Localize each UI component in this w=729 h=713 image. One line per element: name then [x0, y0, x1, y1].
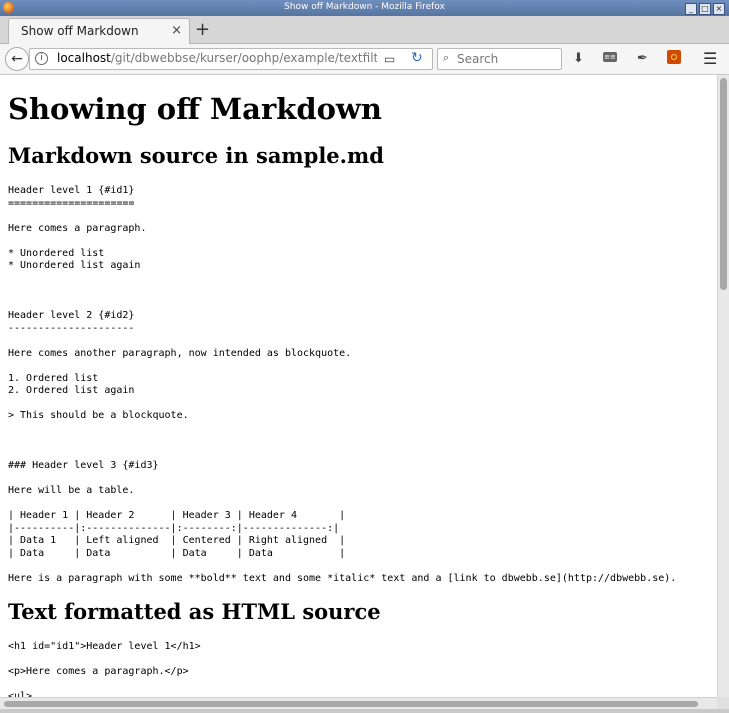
info-icon[interactable]: i — [35, 52, 48, 65]
developer-tools-icon[interactable]: ≡≡ — [603, 52, 617, 62]
menu-icon[interactable]: ☰ — [703, 49, 717, 68]
page-content: Showing off Markdown Markdown source in … — [0, 75, 717, 697]
addon-icon[interactable] — [667, 50, 681, 64]
reload-icon[interactable]: ↻ — [411, 50, 423, 66]
reader-view-icon[interactable]: ▭ — [384, 52, 395, 66]
page-title: Showing off Markdown — [8, 92, 382, 126]
search-bar[interactable]: ⌕ Search — [437, 48, 562, 70]
navigation-bar: ← i localhost/git/dbwebbse/kurser/oophp/… — [0, 44, 729, 75]
scrollbar-corner — [717, 697, 729, 709]
html-source-code: <h1 id="id1">Header level 1</h1> <p>Here… — [8, 641, 201, 697]
vertical-scrollbar[interactable] — [717, 75, 729, 697]
markdown-source-heading: Markdown source in sample.md — [8, 143, 384, 168]
url-text[interactable]: localhost/git/dbwebbse/kurser/oophp/exam… — [57, 51, 377, 65]
window-title: Show off Markdown - Mozilla Firefox — [284, 2, 445, 12]
url-bar[interactable]: i localhost/git/dbwebbse/kurser/oophp/ex… — [29, 48, 433, 70]
tab-show-off-markdown[interactable]: Show off Markdown × — [8, 18, 190, 44]
url-host: localhost — [57, 51, 111, 65]
maximize-button[interactable]: □ — [699, 3, 711, 15]
back-button[interactable]: ← — [5, 47, 29, 71]
tab-label: Show off Markdown — [21, 24, 139, 38]
close-tab-icon[interactable]: × — [171, 23, 182, 38]
tab-strip: Show off Markdown × + — [0, 16, 729, 44]
window-bottom-edge — [0, 709, 729, 713]
vertical-scroll-thumb[interactable] — [720, 78, 727, 290]
close-window-button[interactable]: × — [713, 3, 725, 15]
markdown-source-code: Header level 1 {#id1} ==================… — [8, 185, 677, 584]
eyedropper-icon[interactable]: ✒ — [637, 51, 648, 66]
window-titlebar: Show off Markdown - Mozilla Firefox _ □ … — [0, 0, 729, 16]
horizontal-scroll-thumb[interactable] — [4, 701, 698, 707]
minimize-button[interactable]: _ — [685, 3, 697, 15]
download-icon[interactable]: ⬇ — [573, 51, 584, 66]
url-path: /git/dbwebbse/kurser/oophp/example/textf… — [110, 51, 377, 65]
window-controls: _ □ × — [685, 3, 725, 15]
search-input[interactable]: Search — [457, 52, 498, 66]
search-icon: ⌕ — [443, 51, 450, 64]
new-tab-button[interactable]: + — [195, 19, 210, 40]
html-source-heading: Text formatted as HTML source — [8, 599, 381, 624]
